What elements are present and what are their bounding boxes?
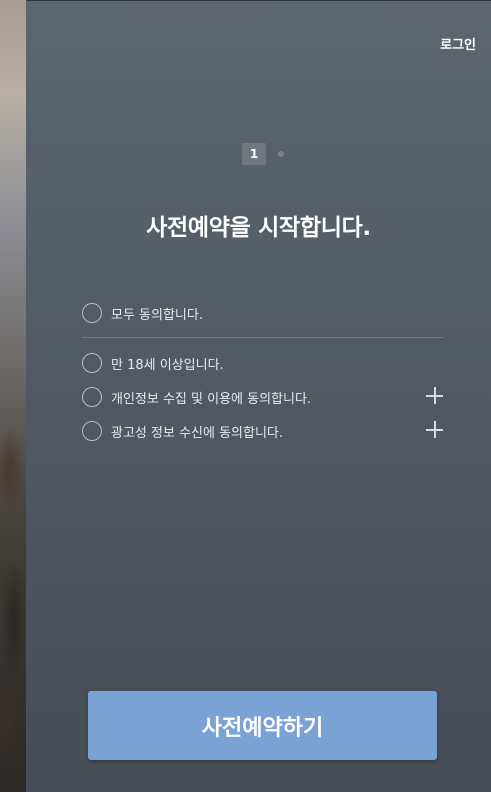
check-circle-icon[interactable] (82, 353, 102, 373)
preregister-button[interactable]: 사전예약하기 (88, 691, 437, 760)
expand-plus-icon[interactable] (426, 421, 444, 439)
agree-marketing-label: 광고성 정보 수신에 동의합니다. (111, 425, 284, 441)
agree-all-label: 모두 동의합니다. (111, 307, 203, 323)
check-circle-icon[interactable] (82, 303, 102, 323)
page-title: 사전예약을 시작합니다. (146, 215, 371, 241)
divider (82, 337, 444, 338)
agree-privacy-checkbox[interactable]: 개인정보 수집 및 이용에 동의합니다. (82, 383, 444, 411)
background-image (0, 0, 26, 792)
agree-age-label: 만 18세 이상입니다. (111, 357, 224, 373)
agree-all-checkbox[interactable]: 모두 동의합니다. (82, 299, 444, 327)
check-circle-icon[interactable] (82, 387, 102, 407)
check-circle-icon[interactable] (82, 421, 102, 441)
step-current: 1 (242, 143, 266, 165)
reservation-panel: 로그인 1 사전예약을 시작합니다. 모두 동의합니다. 만 18세 이상입니다… (26, 0, 491, 792)
agree-age-checkbox[interactable]: 만 18세 이상입니다. (82, 349, 444, 377)
agreement-list: 모두 동의합니다. 만 18세 이상입니다. 개인정보 수집 및 이용에 동의합… (82, 299, 444, 445)
agree-privacy-label: 개인정보 수집 및 이용에 동의합니다. (111, 391, 312, 407)
step-next-dot (278, 151, 284, 157)
agree-marketing-checkbox[interactable]: 광고성 정보 수신에 동의합니다. (82, 417, 444, 445)
expand-plus-icon[interactable] (426, 387, 444, 405)
step-indicator: 1 (242, 143, 284, 165)
login-link[interactable]: 로그인 (440, 34, 476, 53)
app-root: 로그인 1 사전예약을 시작합니다. 모두 동의합니다. 만 18세 이상입니다… (0, 0, 491, 792)
